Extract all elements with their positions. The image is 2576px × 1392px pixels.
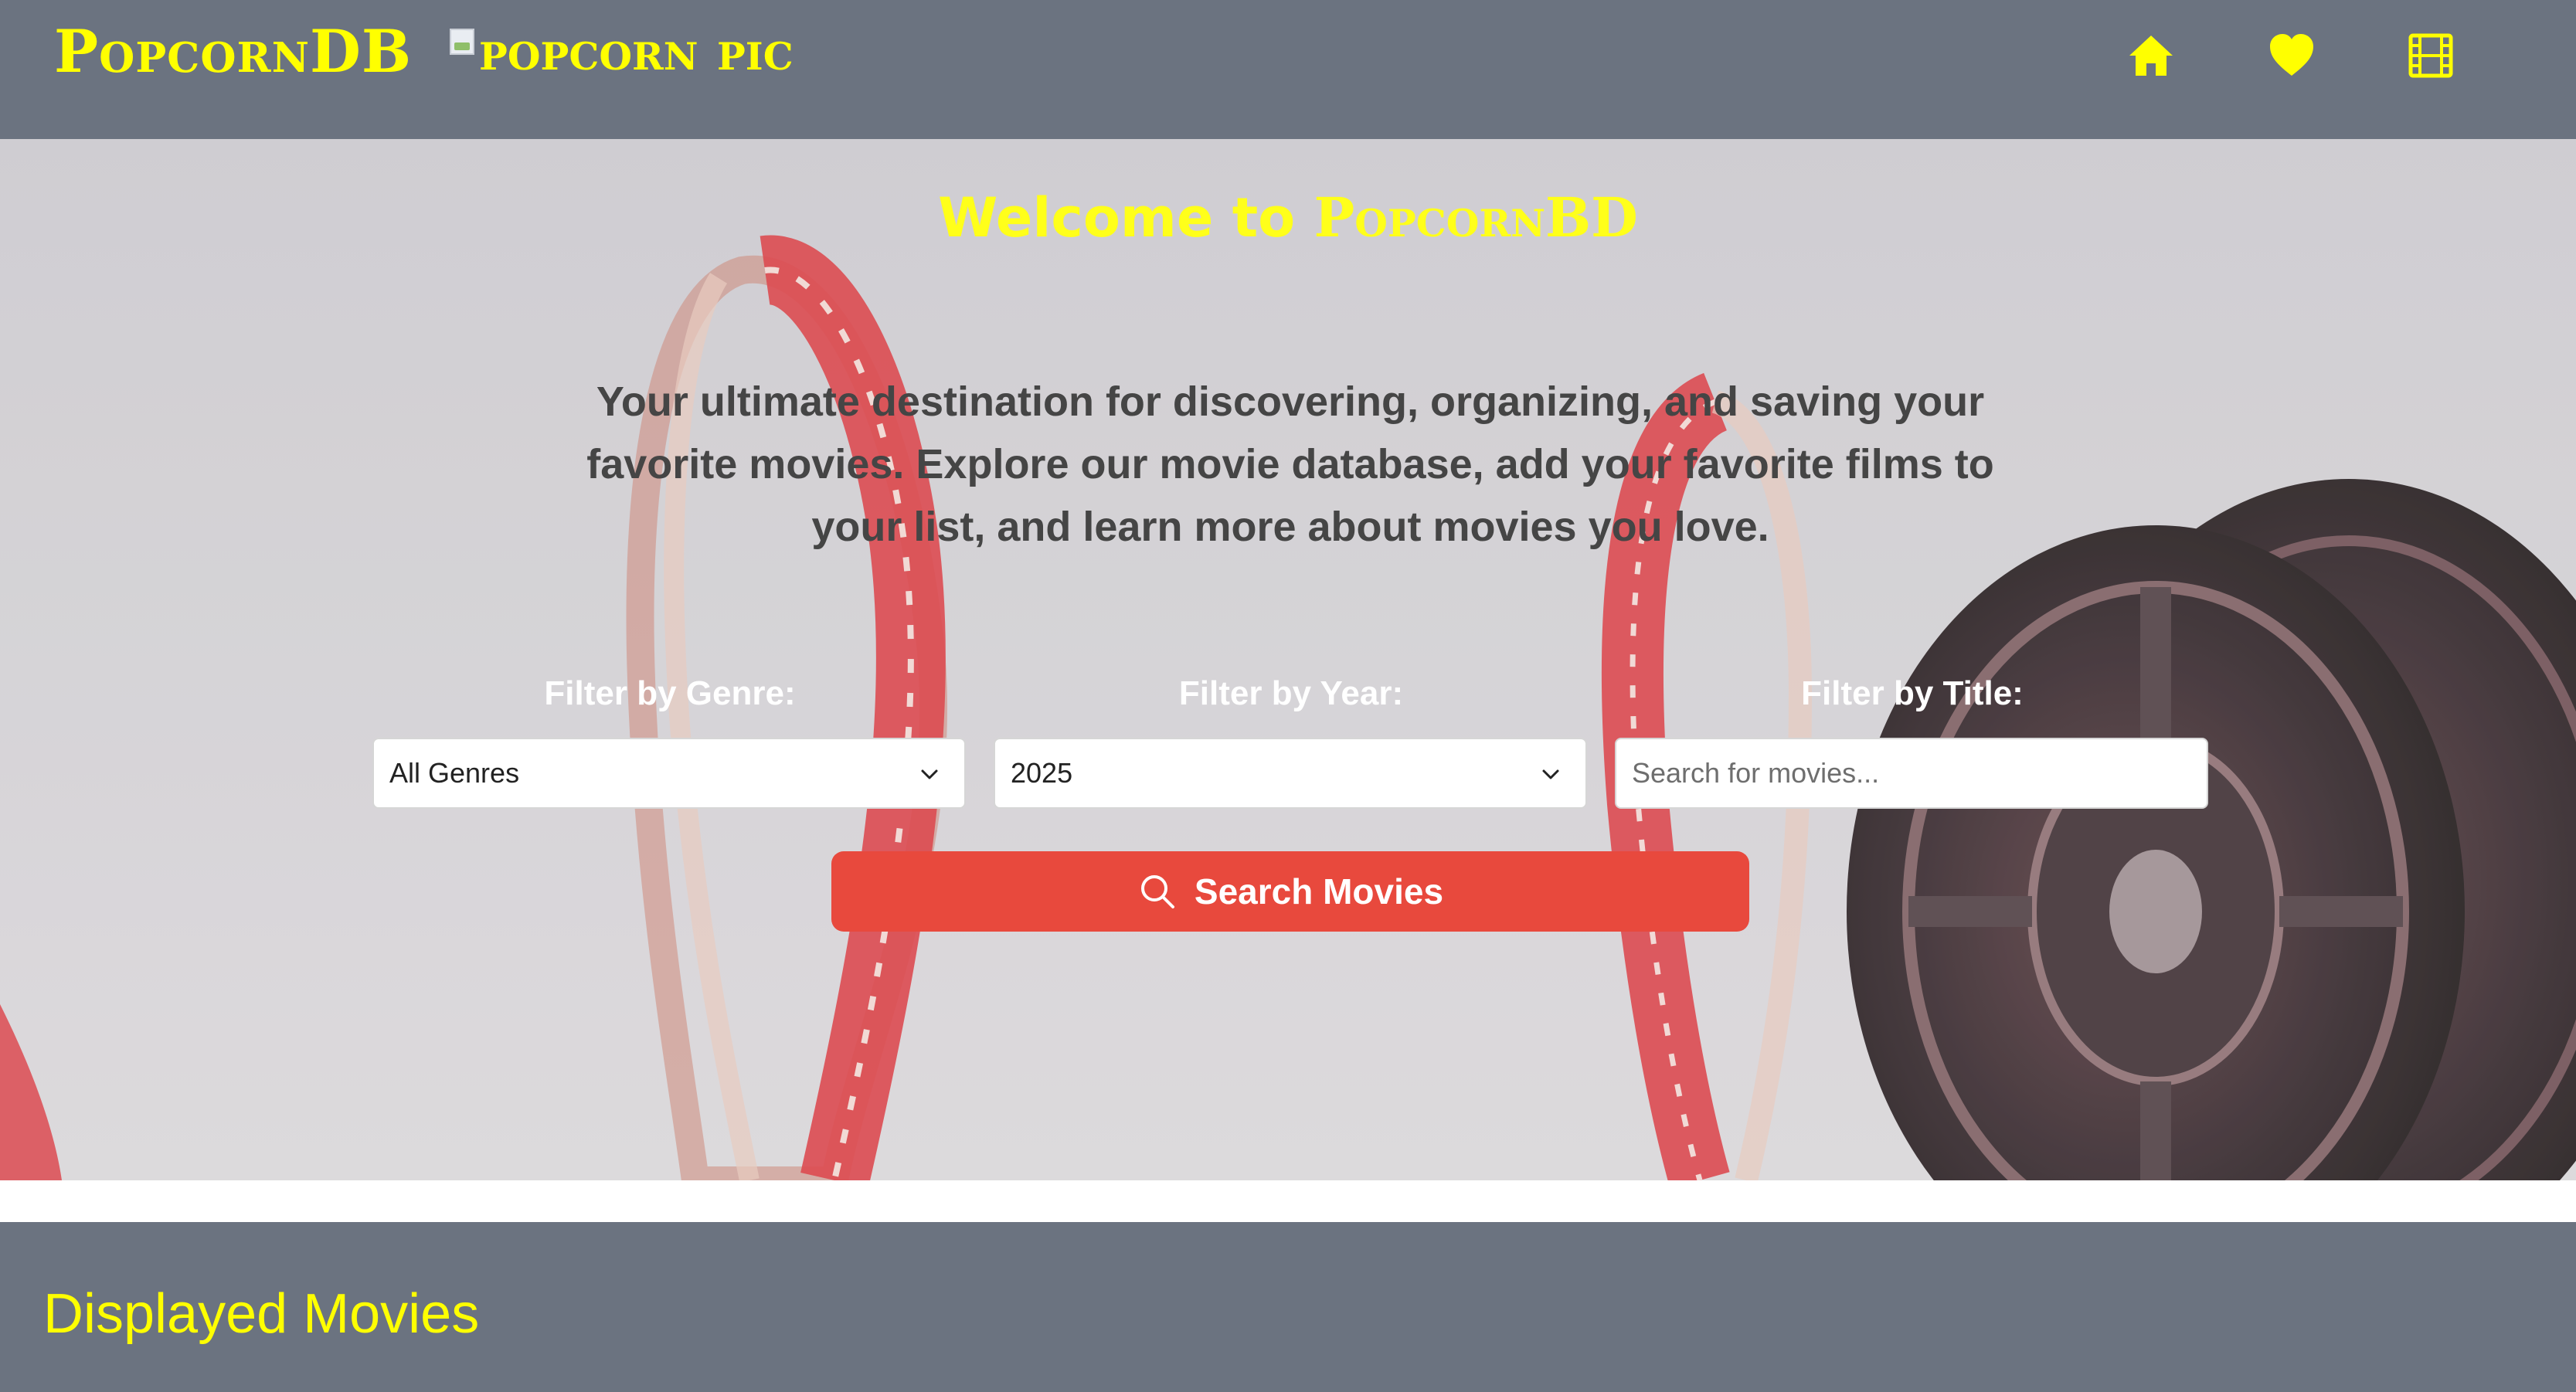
brand-logo-text[interactable]: PopcornDB <box>54 17 412 86</box>
search-movies-button[interactable]: Search Movies <box>831 851 1749 932</box>
hero-title-brand: PopcornBD <box>1313 185 1638 250</box>
hero-title: Welcome to PopcornBD <box>0 185 2576 250</box>
film-icon[interactable] <box>2406 31 2455 80</box>
home-icon[interactable] <box>2126 31 2176 80</box>
chevron-down-icon <box>921 769 938 779</box>
navbar: PopcornDB popcorn pic <box>0 0 2576 139</box>
genre-select[interactable]: All Genres <box>372 738 966 809</box>
broken-image-icon <box>450 28 474 55</box>
search-movies-label: Search Movies <box>1194 871 1444 912</box>
heart-icon-graphic <box>2270 34 2313 76</box>
hero-description: Your ultimate destination for discoverin… <box>586 379 1994 550</box>
search-icon <box>1140 875 1174 908</box>
genre-select-value: All Genres <box>389 757 520 789</box>
hero-title-prefix: Welcome to <box>938 186 1296 250</box>
home-icon-graphic <box>2129 36 2173 76</box>
displayed-movies-heading: Displayed Movies <box>43 1283 480 1345</box>
hero-section: Welcome to PopcornBD Your ultimate desti… <box>0 139 2576 1180</box>
film-icon-graphic <box>2408 33 2453 78</box>
year-select[interactable]: 2025 <box>994 738 1587 809</box>
year-select-value: 2025 <box>1011 757 1073 789</box>
title-search-placeholder: Search for movies... <box>1632 757 1880 789</box>
chevron-down-icon <box>1542 769 1559 779</box>
brand-image: popcorn pic <box>450 19 794 83</box>
title-search-input[interactable]: Search for movies... <box>1615 738 2208 809</box>
genre-filter-label: Filter by Genre: <box>544 674 796 712</box>
brand-image-alt-text: popcorn pic <box>479 19 794 83</box>
displayed-movies-section: Displayed Movies <box>0 1222 2576 1392</box>
film-reel-background-image <box>0 139 2576 1180</box>
heart-icon[interactable] <box>2267 31 2316 80</box>
title-filter-label: Filter by Title: <box>1801 674 2024 712</box>
year-filter-label: Filter by Year: <box>1178 674 1404 712</box>
